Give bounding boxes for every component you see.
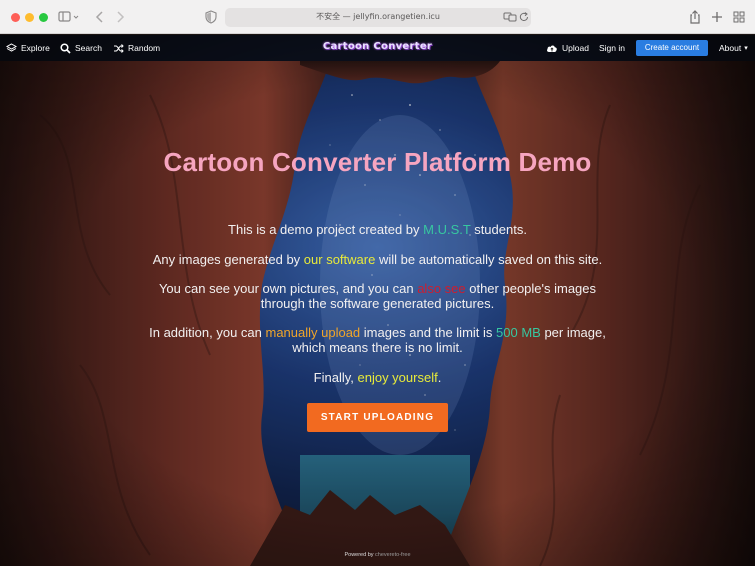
plus-icon[interactable]	[708, 8, 726, 26]
intro-line-5: Finally, enjoy yourself.	[0, 370, 755, 385]
intro-line-3-end: through the software generated pictures.	[260, 296, 495, 311]
intro-line-1-end: students.	[470, 222, 527, 237]
sidebar-icon[interactable]	[56, 8, 80, 26]
enjoy-highlight: enjoy yourself	[357, 370, 438, 385]
intro-line-4-end: which means there is no limit.	[292, 340, 463, 355]
also-see-highlight: also see	[417, 281, 466, 296]
manual-upload-highlight: manually upload	[265, 325, 361, 340]
intro-line-4-mid: images and the limit is	[360, 325, 497, 340]
start-uploading-button[interactable]: START UPLOADING	[307, 403, 448, 432]
intro-line-4: In addition, you can manually upload ima…	[0, 325, 755, 355]
intro-line-4-text: In addition, you can	[149, 325, 266, 340]
share-icon[interactable]	[686, 8, 704, 26]
intro-line-2-end: will be automatically saved on this site…	[375, 252, 603, 267]
reload-icon[interactable]	[518, 10, 530, 29]
browser-toolbar: 不安全 — jellyfin.orangetien.icu	[0, 0, 755, 34]
intro-line-5-text: Finally,	[313, 370, 358, 385]
close-window-button[interactable]	[11, 13, 20, 22]
intro-line-4-tail: per image,	[540, 325, 606, 340]
intro-line-2: Any images generated by our software wil…	[0, 252, 755, 267]
web-page: Explore Search Random Cartoon Converter …	[0, 35, 755, 566]
intro-line-2-text: Any images generated by	[152, 252, 304, 267]
chevron-right-icon[interactable]	[111, 8, 129, 26]
our-software-highlight: our software	[303, 252, 376, 267]
intro-line-3: You can see your own pictures, and you c…	[0, 281, 755, 311]
page-title: Cartoon Converter Platform Demo	[163, 147, 592, 177]
intro-line-1-text: This is a demo project created by	[228, 222, 424, 237]
intro-line-5-end: .	[437, 370, 442, 385]
zoom-window-button[interactable]	[39, 13, 48, 22]
chevron-left-icon[interactable]	[91, 8, 109, 26]
tabs-grid-icon[interactable]	[730, 8, 748, 26]
intro-line-3-mid: other people's images	[465, 281, 597, 296]
size-limit-highlight: 500 MB	[496, 325, 541, 340]
footer-credit: Powered by chevereto-free	[0, 552, 755, 558]
must-highlight: M.U.S.T	[423, 222, 471, 237]
start-uploading-label: START UPLOADING	[320, 412, 435, 423]
footer-powered-by: Powered by	[344, 552, 374, 558]
minimize-window-button[interactable]	[25, 13, 34, 22]
intro-line-1: This is a demo project created by M.U.S.…	[0, 222, 755, 237]
shield-icon[interactable]	[202, 8, 220, 26]
address-bar[interactable]: 不安全 — jellyfin.orangetien.icu	[225, 8, 531, 27]
translate-icon[interactable]	[503, 10, 517, 29]
footer-chevereto-link[interactable]: chevereto-free	[375, 552, 410, 558]
hero-section: Cartoon Converter Platform Demo This is …	[0, 35, 755, 566]
intro-line-3-text: You can see your own pictures, and you c…	[158, 281, 418, 296]
address-text: 不安全 — jellyfin.orangetien.icu	[316, 12, 440, 21]
